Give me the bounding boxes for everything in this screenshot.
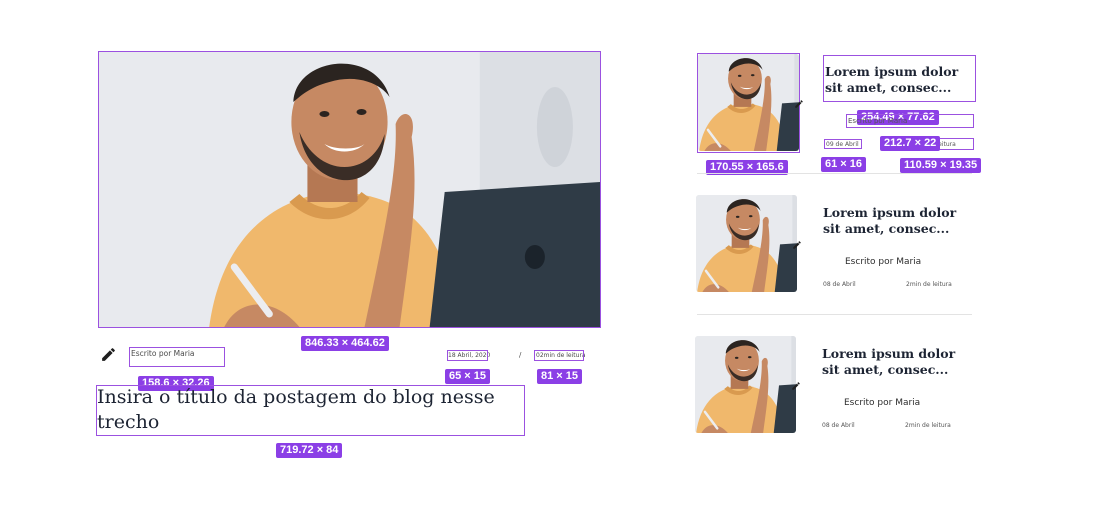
meta-separator: / [519,351,522,359]
side-date: 08 de Abril [822,422,855,429]
main-date: 18 Abril, 2020 [448,352,491,359]
pencil-icon[interactable] [792,240,802,250]
side-author: Escrito por Maria [845,257,922,267]
side-date-size-badge: 61 × 16 [821,157,867,172]
title-size-badge: 719.72 × 84 [276,443,343,458]
pencil-icon[interactable] [794,99,804,109]
side-post-title[interactable]: Lorem ipsum dolor sit amet, consec... [825,64,975,96]
side-post-image[interactable] [698,54,799,151]
read-time-size-badge: 81 × 15 [537,369,583,384]
main-image-size-badge: 846.33 × 464.62 [301,336,389,351]
divider [697,173,972,174]
side-author: Escrito por Maria [844,398,921,408]
side-read-time-size-badge: 110.59 × 19.35 [900,158,982,173]
side-read-time: 2min de leitura [905,422,951,429]
side-post-title[interactable]: Lorem ipsum dolor sit amet, consec... [823,205,973,237]
side-post-image[interactable] [696,195,797,292]
pencil-icon[interactable] [100,346,117,363]
side-date: 09 de Abril [826,141,859,148]
side-read-time: 2min de leitura [906,281,952,288]
side-post-image[interactable] [695,336,796,433]
divider [697,314,972,315]
side-date: 08 de Abril [823,281,856,288]
main-author: Escrito por Maria [131,349,195,358]
side-author-size-badge: 212.7 × 22 [880,136,941,151]
main-post-title[interactable]: Insira o título da postagem do blog ness… [97,385,525,435]
side-post-title[interactable]: Lorem ipsum dolor sit amet, consec... [822,346,972,378]
main-post-image[interactable] [99,52,600,327]
date-size-badge: 65 × 15 [445,369,491,384]
main-read-time: 02min de leitura [536,352,586,359]
pencil-icon[interactable] [791,381,801,391]
side-author: Escrito por Maria [848,117,908,125]
